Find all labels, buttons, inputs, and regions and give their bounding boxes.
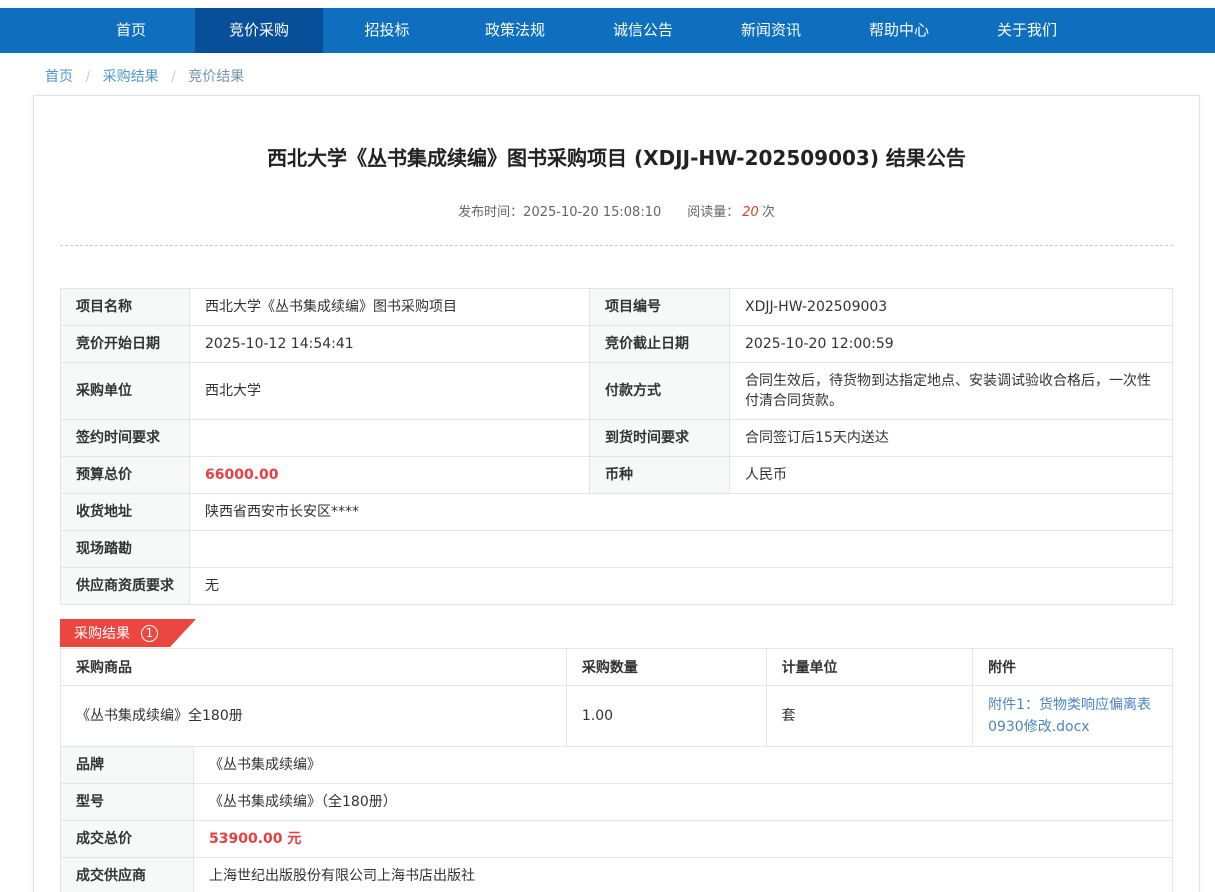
views-label: 阅读量： bbox=[687, 205, 739, 220]
header-unit: 计量单位 bbox=[766, 649, 973, 686]
product-value: 《丛书集成续编》全180册 bbox=[61, 686, 567, 747]
table-header-row: 采购商品 采购数量 计量单位 附件 bbox=[61, 649, 1173, 686]
breadcrumb-separator: / bbox=[171, 69, 176, 85]
table-row: 收货地址 陕西省西安市长安区**** bbox=[61, 494, 1173, 531]
breadcrumb-bidding-results: 竞价结果 bbox=[188, 69, 244, 85]
nav-item-policies[interactable]: 政策法规 bbox=[451, 8, 579, 53]
bid-start-date-value: 2025-10-12 14:54:41 bbox=[190, 326, 590, 363]
table-row: 型号 《丛书集成续编》（全180册） bbox=[61, 784, 1173, 821]
nav-item-news[interactable]: 新闻资讯 bbox=[707, 8, 835, 53]
nav-item-about-us[interactable]: 关于我们 bbox=[963, 8, 1091, 53]
top-navigation: 首页 竞价采购 招投标 政策法规 诚信公告 新闻资讯 帮助中心 关于我们 bbox=[0, 8, 1215, 53]
nav-item-home[interactable]: 首页 bbox=[67, 8, 195, 53]
breadcrumb-home[interactable]: 首页 bbox=[45, 69, 73, 85]
table-row: 预算总价 66000.00 币种 人民币 bbox=[61, 457, 1173, 494]
budget-total-value: 66000.00 bbox=[190, 457, 590, 494]
nav-item-bidding-purchase[interactable]: 竞价采购 bbox=[195, 8, 323, 53]
result-count-badge: 1 bbox=[141, 625, 158, 642]
project-number-value: XDJJ-HW-202509003 bbox=[730, 289, 1173, 326]
table-row: 品牌 《丛书集成续编》 bbox=[61, 747, 1173, 784]
deal-total-price-value: 53900.00 元 bbox=[194, 821, 1173, 858]
project-name-value: 西北大学《丛书集成续编》图书采购项目 bbox=[190, 289, 590, 326]
table-row: 现场踏勘 bbox=[61, 531, 1173, 568]
label-deal-total-price: 成交总价 bbox=[61, 821, 194, 858]
label-model: 型号 bbox=[61, 784, 194, 821]
nav-item-integrity-notice[interactable]: 诚信公告 bbox=[579, 8, 707, 53]
signing-time-requirement-value bbox=[190, 420, 590, 457]
header-quantity: 采购数量 bbox=[566, 649, 766, 686]
label-payment-method: 付款方式 bbox=[590, 363, 730, 420]
views-unit: 次 bbox=[762, 205, 775, 220]
payment-method-value: 合同生效后，待货物到达指定地点、安装调试验收合格后，一次性付清合同货款。 bbox=[730, 363, 1173, 420]
table-row: 供应商资质要求 无 bbox=[61, 568, 1173, 605]
page-title: 西北大学《丛书集成续编》图书采购项目 (XDJJ-HW-202509003) 结… bbox=[60, 142, 1173, 171]
deal-detail-table: 品牌 《丛书集成续编》 型号 《丛书集成续编》（全180册） 成交总价 5390… bbox=[60, 746, 1173, 892]
label-signing-time-requirement: 签约时间要求 bbox=[61, 420, 190, 457]
bid-end-date-value: 2025-10-20 12:00:59 bbox=[730, 326, 1173, 363]
table-row: 项目名称 西北大学《丛书集成续编》图书采购项目 项目编号 XDJJ-HW-202… bbox=[61, 289, 1173, 326]
label-project-number: 项目编号 bbox=[590, 289, 730, 326]
brand-value: 《丛书集成续编》 bbox=[194, 747, 1173, 784]
label-brand: 品牌 bbox=[61, 747, 194, 784]
table-row: 成交供应商 上海世纪出版股份有限公司上海书店出版社 bbox=[61, 858, 1173, 892]
divider bbox=[60, 245, 1173, 246]
supplier-qualification-value: 无 bbox=[190, 568, 1173, 605]
label-winning-supplier: 成交供应商 bbox=[61, 858, 194, 892]
nav-item-help-center[interactable]: 帮助中心 bbox=[835, 8, 963, 53]
breadcrumb-purchase-results[interactable]: 采购结果 bbox=[103, 69, 159, 85]
label-project-name: 项目名称 bbox=[61, 289, 190, 326]
table-row: 成交总价 53900.00 元 bbox=[61, 821, 1173, 858]
header-attachment: 附件 bbox=[973, 649, 1173, 686]
delivery-time-requirement-value: 合同签订后15天内送达 bbox=[730, 420, 1173, 457]
header-product: 采购商品 bbox=[61, 649, 567, 686]
table-row: 竞价开始日期 2025-10-12 14:54:41 竞价截止日期 2025-1… bbox=[61, 326, 1173, 363]
attachment-link[interactable]: 附件1：货物类响应偏离表0930修改.docx bbox=[988, 697, 1151, 735]
label-delivery-time-requirement: 到货时间要求 bbox=[590, 420, 730, 457]
breadcrumb: 首页 / 采购结果 / 竞价结果 bbox=[45, 66, 1215, 86]
article-meta: 发布时间：2025-10-20 15:08:10 阅读量：20次 bbox=[60, 201, 1173, 220]
model-value: 《丛书集成续编》（全180册） bbox=[194, 784, 1173, 821]
purchase-result-tag-label: 采购结果 bbox=[74, 623, 130, 643]
purchase-result-table: 采购商品 采购数量 计量单位 附件 《丛书集成续编》全180册 1.00 套 附… bbox=[60, 648, 1173, 747]
label-supplier-qualification: 供应商资质要求 bbox=[61, 568, 190, 605]
label-bid-start-date: 竞价开始日期 bbox=[61, 326, 190, 363]
label-purchasing-unit: 采购单位 bbox=[61, 363, 190, 420]
unit-value: 套 bbox=[766, 686, 973, 747]
label-site-survey: 现场踏勘 bbox=[61, 531, 190, 568]
purchasing-unit-value: 西北大学 bbox=[190, 363, 590, 420]
label-budget-total: 预算总价 bbox=[61, 457, 190, 494]
quantity-value: 1.00 bbox=[566, 686, 766, 747]
delivery-address-value: 陕西省西安市长安区**** bbox=[190, 494, 1173, 531]
currency-value: 人民币 bbox=[730, 457, 1173, 494]
label-currency: 币种 bbox=[590, 457, 730, 494]
label-bid-end-date: 竞价截止日期 bbox=[590, 326, 730, 363]
label-delivery-address: 收货地址 bbox=[61, 494, 190, 531]
table-row: 采购单位 西北大学 付款方式 合同生效后，待货物到达指定地点、安装调试验收合格后… bbox=[61, 363, 1173, 420]
announcement-card: 西北大学《丛书集成续编》图书采购项目 (XDJJ-HW-202509003) 结… bbox=[33, 95, 1200, 892]
winning-supplier-value: 上海世纪出版股份有限公司上海书店出版社 bbox=[194, 858, 1173, 892]
nav-item-tendering[interactable]: 招投标 bbox=[323, 8, 451, 53]
site-survey-value bbox=[190, 531, 1173, 568]
publish-time-value: 2025-10-20 15:08:10 bbox=[523, 205, 661, 220]
project-info-table: 项目名称 西北大学《丛书集成续编》图书采购项目 项目编号 XDJJ-HW-202… bbox=[60, 288, 1173, 605]
views-count: 20 bbox=[742, 205, 759, 220]
table-row: 签约时间要求 到货时间要求 合同签订后15天内送达 bbox=[61, 420, 1173, 457]
publish-time-label: 发布时间： bbox=[458, 205, 523, 220]
table-row: 《丛书集成续编》全180册 1.00 套 附件1：货物类响应偏离表0930修改.… bbox=[61, 686, 1173, 747]
breadcrumb-separator: / bbox=[85, 69, 90, 85]
purchase-result-tag: 采购结果 1 bbox=[60, 619, 196, 647]
